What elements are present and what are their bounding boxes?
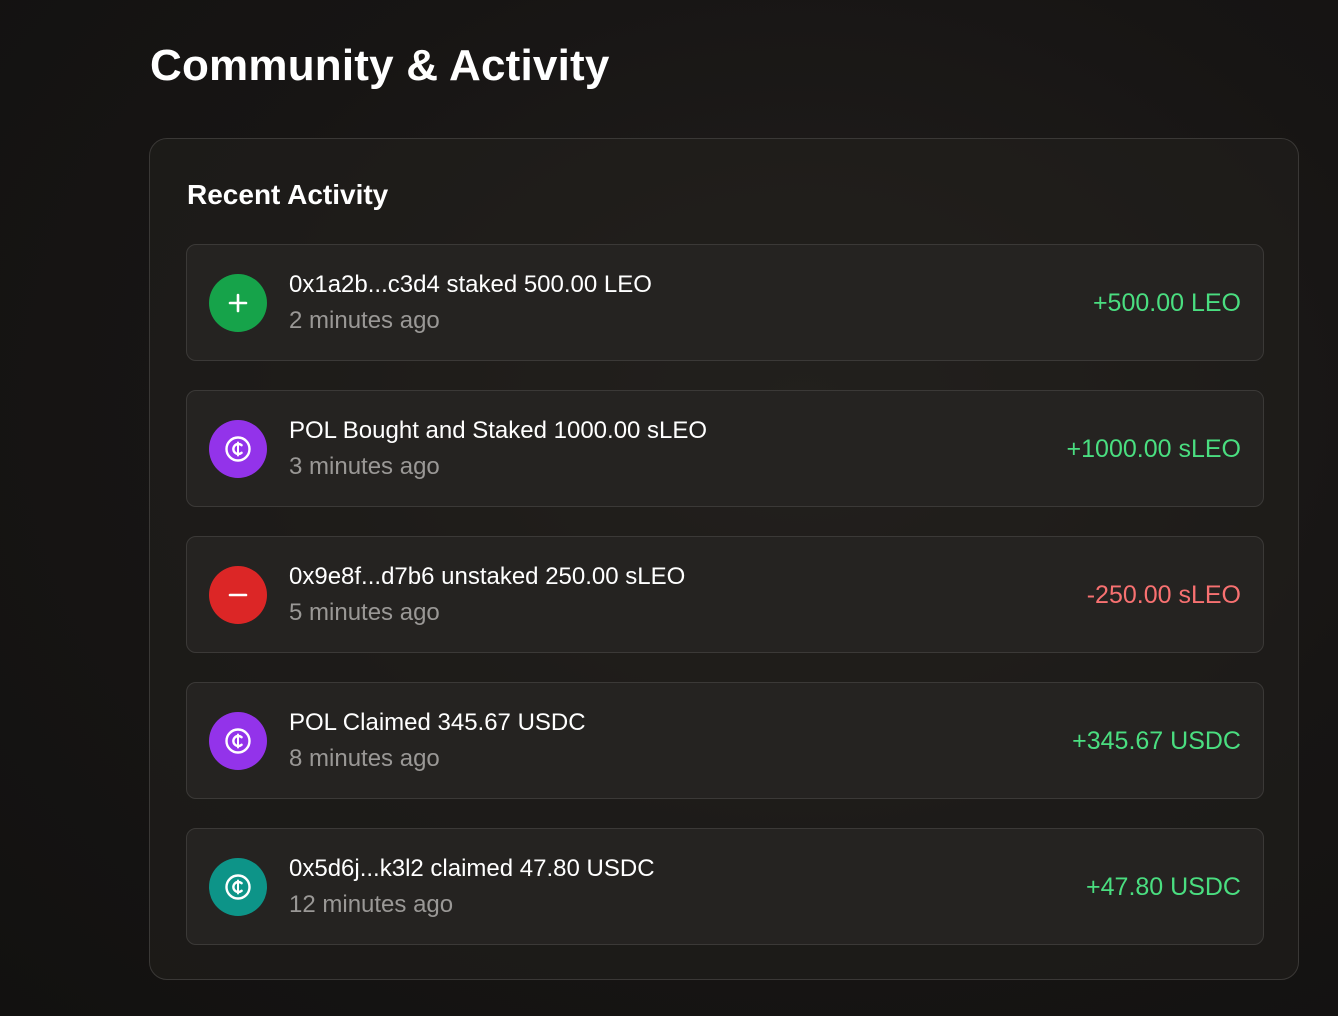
activity-item: 0x1a2b...c3d4 staked 500.00 LEO 2 minute…	[186, 244, 1264, 361]
recent-activity-card: Recent Activity 0x1a2b...c3d4 staked 500…	[149, 138, 1299, 980]
activity-amount: +345.67 USDC	[1072, 727, 1241, 755]
activity-amount: -250.00 sLEO	[1086, 581, 1241, 609]
recent-activity-title: Recent Activity	[187, 179, 389, 210]
activity-time: 5 minutes ago	[289, 599, 440, 626]
activity-time: 3 minutes ago	[289, 453, 440, 480]
activity-amount: +1000.00 sLEO	[1066, 435, 1241, 463]
activity-description: POL Claimed 345.67 USDC	[289, 709, 586, 736]
minus-icon	[209, 566, 267, 624]
activity-description: 0x1a2b...c3d4 staked 500.00 LEO	[289, 271, 652, 298]
usdc-coin-icon	[209, 712, 267, 770]
activity-time: 8 minutes ago	[289, 745, 440, 772]
activity-list: 0x1a2b...c3d4 staked 500.00 LEO 2 minute…	[186, 244, 1264, 974]
activity-item: 0x9e8f...d7b6 unstaked 250.00 sLEO 5 min…	[186, 536, 1264, 653]
activity-item: POL Claimed 345.67 USDC 8 minutes ago +3…	[186, 682, 1264, 799]
activity-amount: +500.00 LEO	[1092, 289, 1241, 317]
page-title: Community & Activity	[150, 41, 610, 90]
activity-item: POL Bought and Staked 1000.00 sLEO 3 min…	[186, 390, 1264, 507]
activity-time: 12 minutes ago	[289, 891, 454, 918]
usdc-coin-icon	[209, 858, 267, 916]
activity-description: 0x5d6j...k3l2 claimed 47.80 USDC	[289, 855, 655, 882]
plus-icon	[209, 274, 267, 332]
activity-description: 0x9e8f...d7b6 unstaked 250.00 sLEO	[289, 563, 686, 590]
usdc-coin-icon	[209, 420, 267, 478]
activity-item: 0x5d6j...k3l2 claimed 47.80 USDC 12 minu…	[186, 828, 1264, 945]
activity-amount: +47.80 USDC	[1086, 873, 1241, 901]
activity-time: 2 minutes ago	[289, 307, 440, 334]
activity-description: POL Bought and Staked 1000.00 sLEO	[289, 417, 708, 444]
